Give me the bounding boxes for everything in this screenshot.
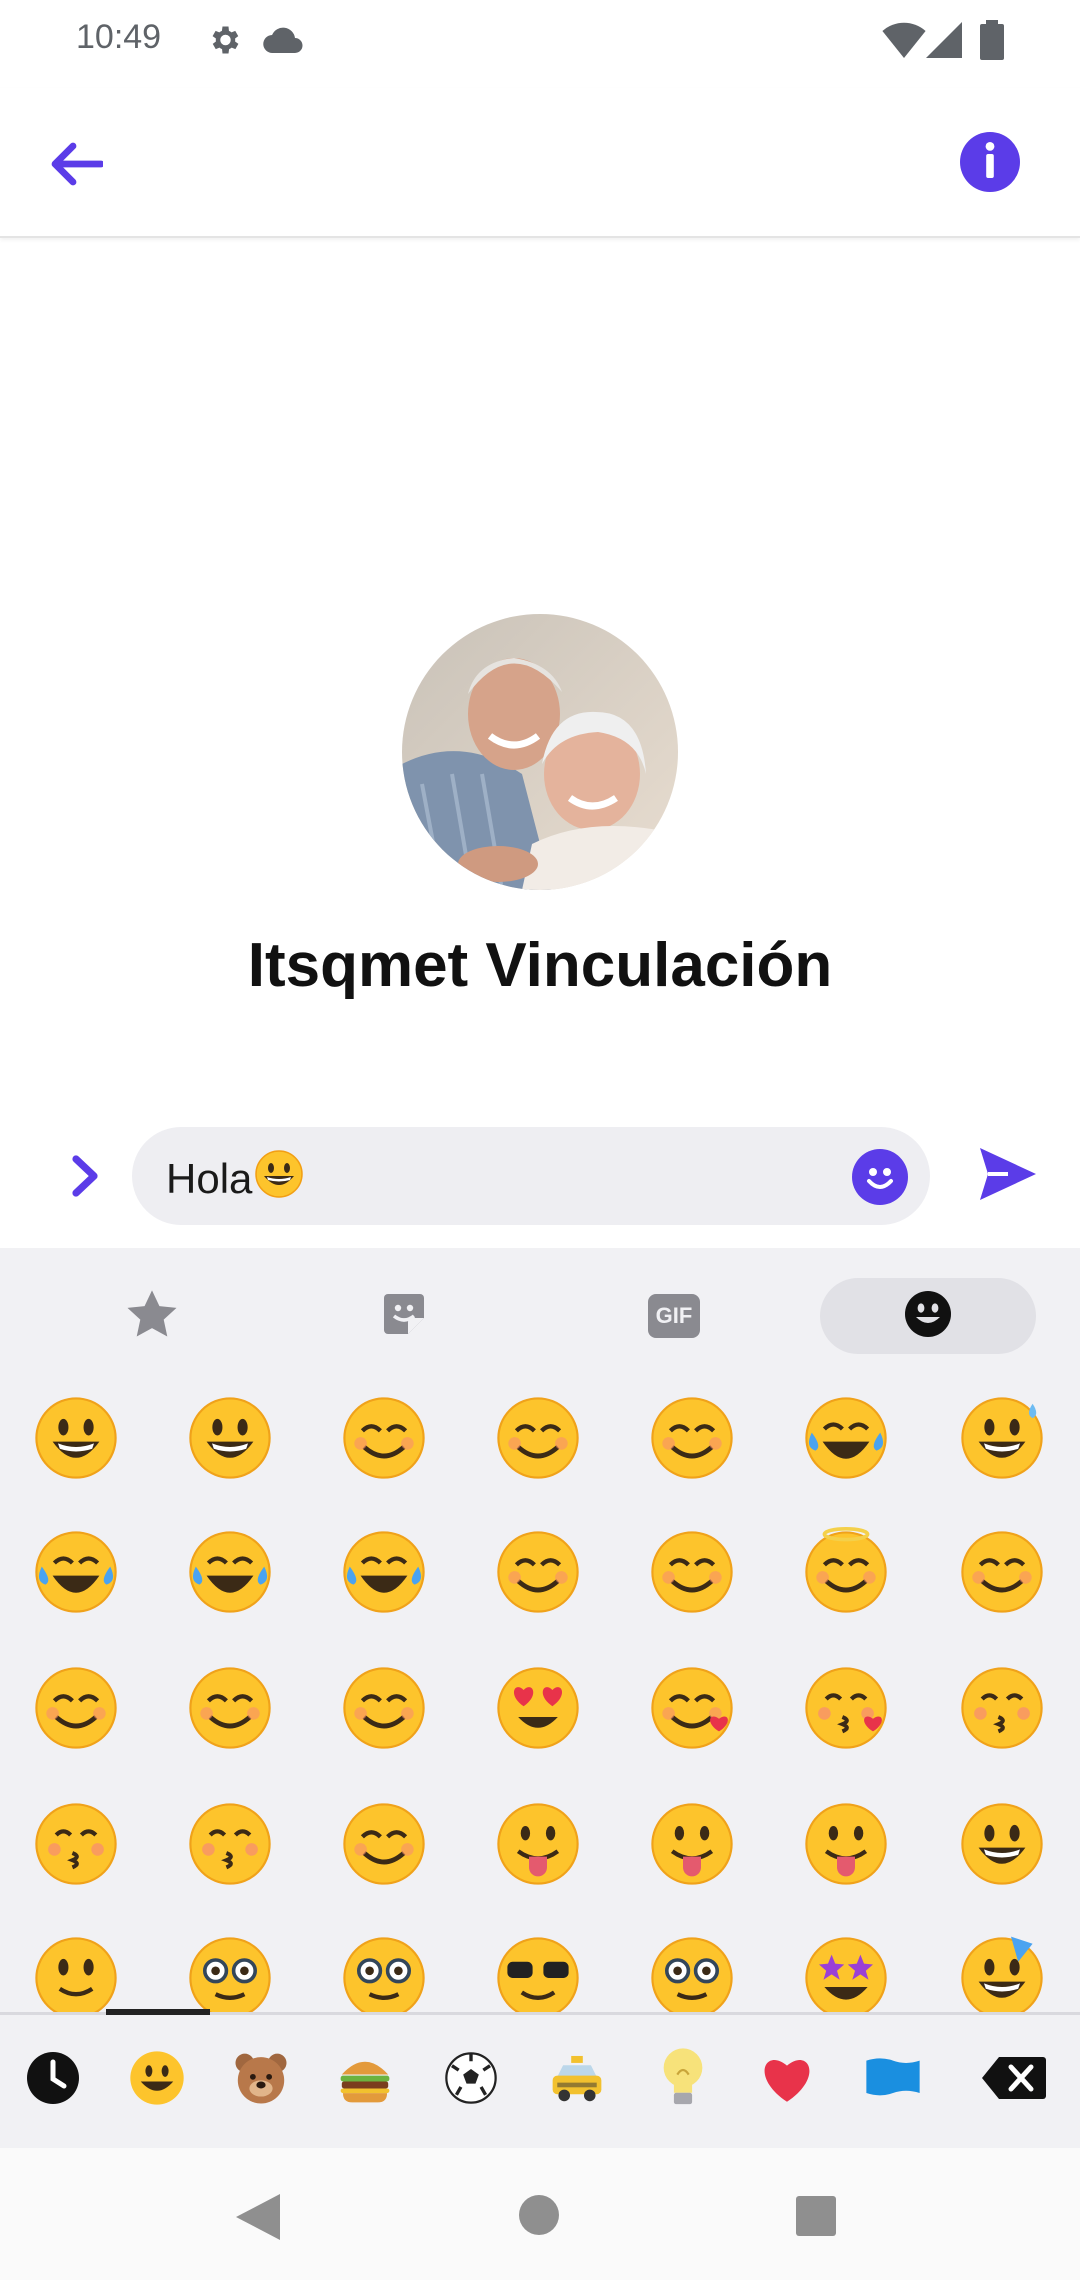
face-savoring-food-icon[interactable] [324,1784,444,1904]
bear-icon [232,2049,290,2111]
relieved-face-icon[interactable] [324,1648,444,1768]
gear-icon [206,22,242,62]
smiling-face-sunglasses-icon[interactable] [478,1918,598,2012]
slightly-smiling-face-icon[interactable] [942,1512,1062,1632]
category-objects[interactable] [648,2045,718,2115]
smiling-face-smiling-eyes-icon[interactable] [632,1512,752,1632]
grinning-face-icon [254,1149,304,1209]
smiling-face-icon[interactable] [478,1512,598,1632]
beaming-face-icon[interactable] [478,1378,598,1498]
burger-icon [336,2049,394,2111]
message-text: Hola [166,1149,304,1209]
tab-favorites[interactable] [114,1278,190,1354]
emoji-keyboard: GIF [0,1248,1080,2148]
status-time: 10:49 [76,18,162,56]
home-circle-icon[interactable] [518,2194,560,2240]
category-selected-indicator [106,2009,210,2015]
heart-icon [758,2052,816,2108]
tab-emoji[interactable] [820,1278,1036,1354]
emoji-button[interactable] [852,1149,908,1205]
send-button[interactable] [978,1144,1044,1210]
avatar [402,614,678,890]
face-tears-of-joy-icon[interactable] [16,1512,136,1632]
star-struck-icon[interactable] [786,1918,906,2012]
recents-square-icon[interactable] [796,2196,836,2240]
flag-icon [864,2056,922,2104]
tab-stickers[interactable] [366,1278,442,1354]
message-text-value: Hola [166,1155,253,1202]
contact-name: Itsqmet Vinculación [247,931,833,1000]
kissing-face-closed-eyes-icon[interactable] [16,1784,136,1904]
squinting-face-tongue-icon[interactable] [632,1784,752,1904]
emoji-panel-tabs: GIF [0,1248,1080,1378]
emoji-icon [903,1289,953,1343]
smiley-category-icon [128,2049,186,2111]
smiling-face-halo-icon[interactable] [786,1512,906,1632]
face-with-tongue-icon[interactable] [478,1784,598,1904]
grinning-face-smiling-eyes-icon[interactable] [324,1378,444,1498]
emoji-grid [0,1378,1080,2012]
face-holding-back-tears-icon[interactable] [786,1378,906,1498]
grinning-face-big-eyes-icon[interactable] [170,1378,290,1498]
winking-face-icon[interactable] [170,1648,290,1768]
clock-icon [25,2050,81,2110]
back-triangle-icon[interactable] [236,2194,280,2244]
zany-face-icon[interactable] [942,1784,1062,1904]
smiley-icon [852,1168,908,1209]
message-input[interactable]: Hola [132,1127,930,1225]
rolling-on-floor-laughing-icon[interactable] [170,1512,290,1632]
soccer-ball-icon [443,2050,499,2110]
emoji-category-bar [0,2009,1080,2148]
category-symbols[interactable] [752,2045,822,2115]
back-button[interactable] [40,130,112,202]
arrow-left-icon [49,142,105,190]
smiling-face-hearts-icon[interactable] [632,1648,752,1768]
cloud-icon [262,26,304,60]
winking-face-tongue-icon[interactable] [786,1784,906,1904]
category-activities[interactable] [436,2045,506,2115]
smiling-face-heart-eyes-icon[interactable] [478,1648,598,1768]
backspace-icon [981,2055,1047,2105]
partying-face-icon[interactable] [942,1918,1062,2012]
battery-icon [980,20,1004,64]
signal-icon [926,22,962,62]
face-blowing-kiss-icon[interactable] [786,1648,906,1768]
app-bar [0,88,1080,238]
info-icon [983,142,997,182]
star-icon [125,1288,179,1344]
send-icon [978,1148,1038,1208]
contact-avatar-photo [402,614,678,890]
delete-button[interactable] [978,2045,1050,2115]
grinning-face-icon[interactable] [16,1378,136,1498]
face-monocle-icon[interactable] [170,1918,290,2012]
tab-gif[interactable]: GIF [636,1278,712,1354]
category-recent[interactable] [18,2045,88,2115]
upside-down-face-icon[interactable] [16,1648,136,1768]
nerd-face-icon[interactable] [324,1918,444,2012]
face-raised-eyebrow-icon[interactable] [16,1918,136,2012]
category-flags[interactable] [858,2045,928,2115]
sticker-icon [380,1290,428,1342]
info-button[interactable] [960,132,1020,192]
kissing-face-icon[interactable] [942,1648,1062,1768]
chevron-right-icon [70,1153,100,1203]
grinning-squinting-face-icon[interactable] [632,1378,752,1498]
expand-button[interactable] [60,1148,110,1208]
category-animals[interactable] [226,2045,296,2115]
disguised-face-icon[interactable] [632,1918,752,2012]
category-food[interactable] [330,2045,400,2115]
wifi-icon [882,22,926,62]
category-travel[interactable] [542,2045,612,2115]
lightbulb-icon [654,2045,712,2115]
gif-icon: GIF [648,1294,700,1338]
smiling-face-with-tear-icon[interactable] [324,1512,444,1632]
kissing-face-smiling-eyes-icon[interactable] [170,1784,290,1904]
navigation-bar [0,2148,1080,2280]
taxi-icon [548,2049,606,2111]
category-smileys[interactable] [122,2045,192,2115]
grinning-face-sweat-icon[interactable] [942,1378,1062,1498]
status-bar: 10:49 [0,0,1080,88]
